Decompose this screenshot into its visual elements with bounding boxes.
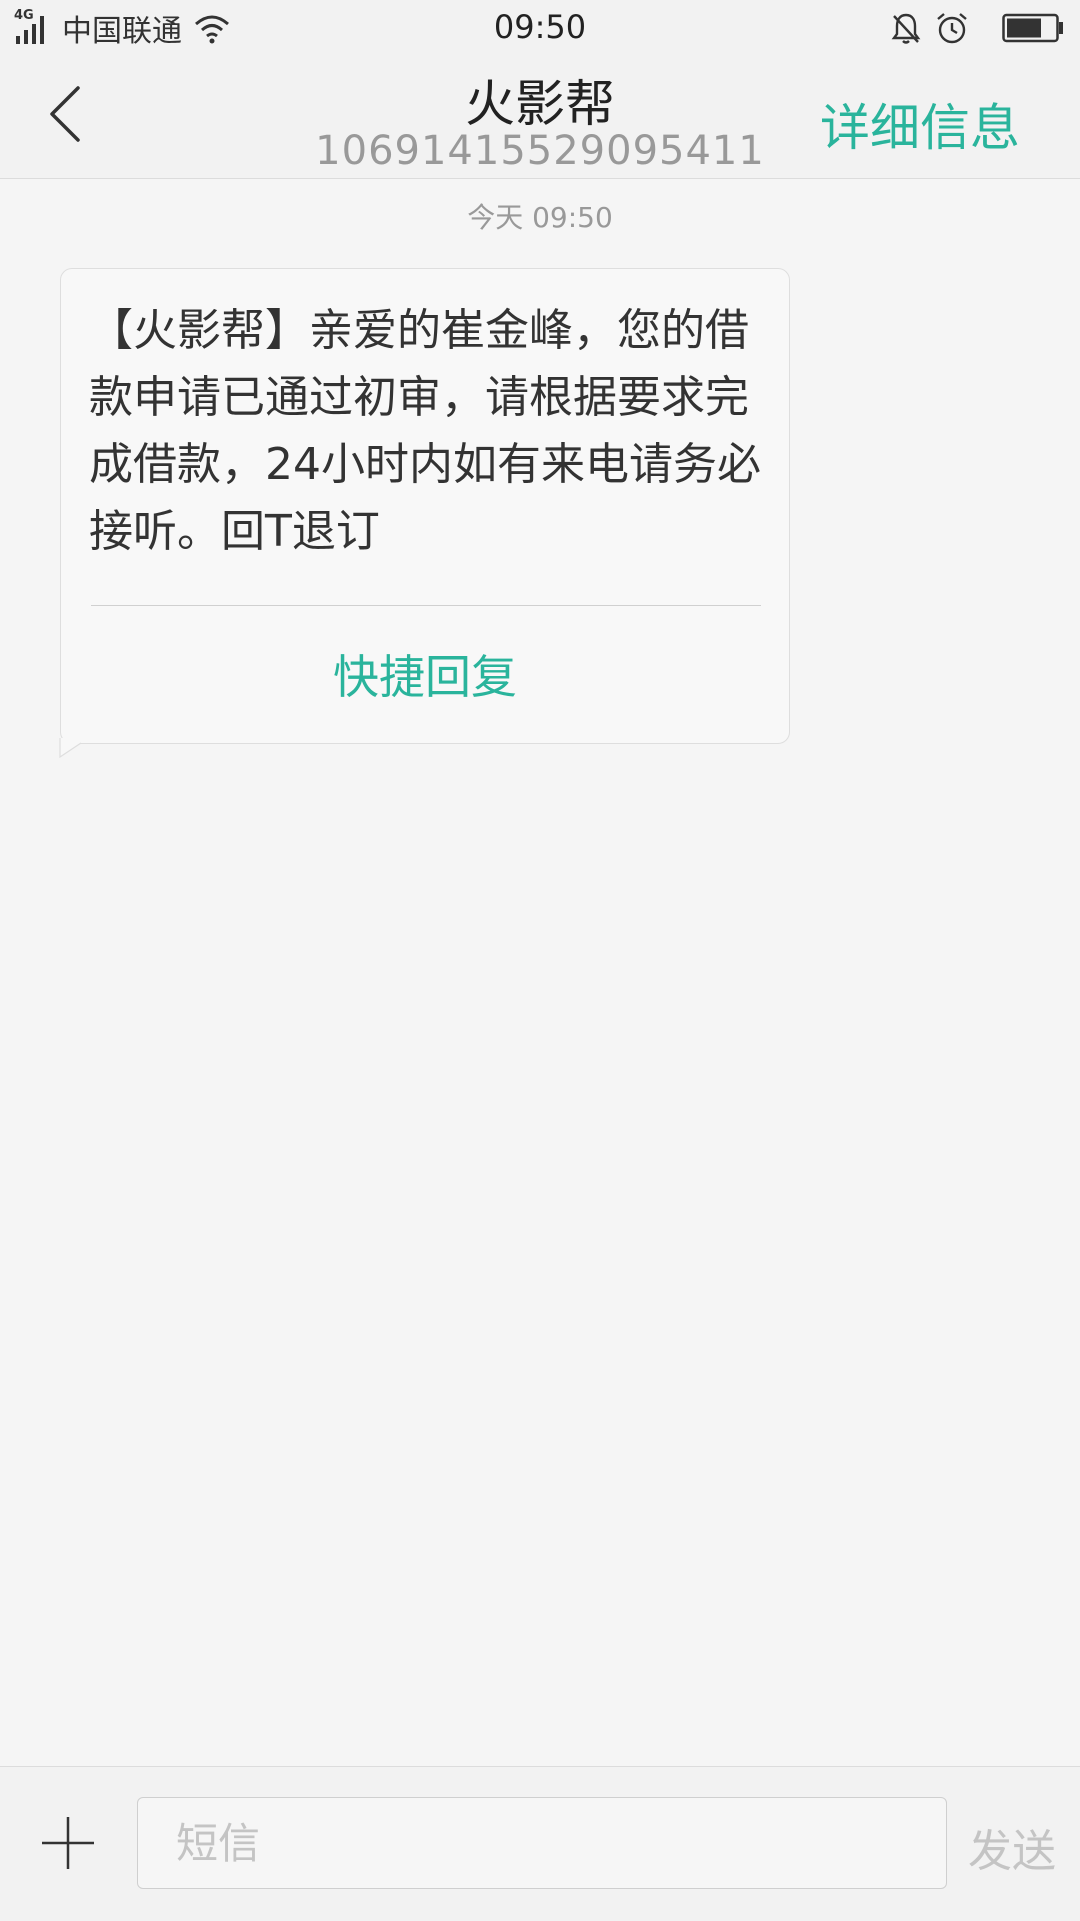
composer-bar: 发送 xyxy=(0,1766,1080,1921)
status-bar: 4G 中国联通 09:50 xyxy=(0,0,1080,56)
message-input[interactable] xyxy=(137,1797,947,1889)
message-text: 【火影帮】亲爱的崔金峰，您的借款申请已通过初审，请根据要求完成借款，24小时内如… xyxy=(89,305,761,557)
add-attachment-button[interactable] xyxy=(38,1813,98,1873)
bubble-divider xyxy=(91,605,761,606)
status-right xyxy=(878,8,1064,48)
battery-icon xyxy=(1002,13,1063,43)
quick-reply-button[interactable]: 快捷回复 xyxy=(61,641,789,707)
bubble-tail xyxy=(59,738,87,758)
send-button[interactable]: 发送 xyxy=(968,1815,1056,1879)
alarm-icon xyxy=(937,13,967,44)
message-timestamp: 今天 09:50 xyxy=(467,201,613,234)
details-button[interactable]: 详细信息 xyxy=(820,88,1020,160)
message-bubble[interactable]: 【火影帮】亲爱的崔金峰，您的借款申请已通过初审，请根据要求完成借款，24小时内如… xyxy=(60,268,790,744)
bell-off-icon xyxy=(891,13,921,44)
conversation-header: 火影帮 1069141552909541​1 详细信息 xyxy=(0,56,1080,179)
